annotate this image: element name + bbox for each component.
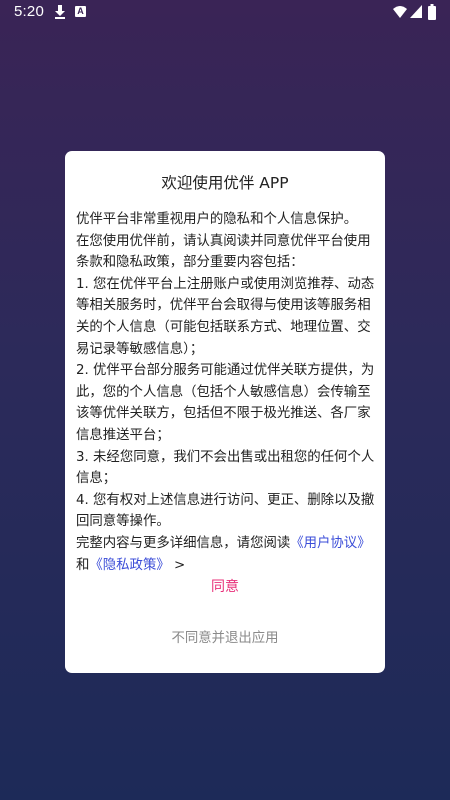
intro-text-2: 在您使用优伴前，请认真阅读并同意优伴平台使用条款和隐私政策，部分重要内容包括：: [76, 233, 371, 271]
privacy-dialog: 欢迎使用优伴 APP 优伴平台非常重视用户的隐私和个人信息保护。 在您使用优伴前…: [65, 151, 385, 673]
wifi-icon: [393, 6, 407, 18]
status-time: 5:20: [14, 3, 44, 20]
a-icon: A: [75, 6, 86, 17]
dialog-body: 优伴平台非常重视用户的隐私和个人信息保护。 在您使用优伴前，请认真阅读并同意优伴…: [76, 209, 378, 576]
user-agreement-link[interactable]: 《用户协议》: [290, 536, 370, 551]
privacy-policy-link[interactable]: 《隐私政策》: [89, 558, 169, 573]
battery-icon: [428, 4, 436, 20]
footer-and: 和: [76, 557, 90, 573]
policy-item-2: 2. 优伴平台部分服务可能通过优伴关联方提供，为此，您的个人信息（包括个人敏感信…: [76, 363, 375, 443]
status-bar: 5:20 A: [0, 0, 450, 24]
dialog-title: 欢迎使用优伴 APP: [161, 174, 289, 192]
footer-text: 完整内容与更多详细信息，请您阅读《用户协议》和《隐私政策》 >: [76, 533, 378, 576]
agree-button[interactable]: 同意: [65, 575, 385, 599]
policy-item-1: 1. 您在优伴平台上注册账户或使用浏览推荐、动态等相关服务时，优伴平台会取得与使…: [76, 276, 375, 357]
intro-text-1: 优伴平台非常重视用户的隐私和个人信息保护。: [76, 212, 358, 227]
footer-prefix: 完整内容与更多详细信息，请您阅读: [76, 535, 291, 551]
download-icon: [55, 5, 65, 19]
policy-item-4: 4. 您有权对上述信息进行访问、更正、删除以及撤回同意等操作。: [76, 492, 375, 530]
disagree-exit-button[interactable]: 不同意并退出应用: [65, 627, 385, 651]
footer-suffix: >: [169, 557, 186, 573]
signal-icon: [410, 5, 422, 18]
policy-item-3: 3. 未经您同意，我们不会出售或出租您的任何个人信息；: [76, 449, 375, 487]
